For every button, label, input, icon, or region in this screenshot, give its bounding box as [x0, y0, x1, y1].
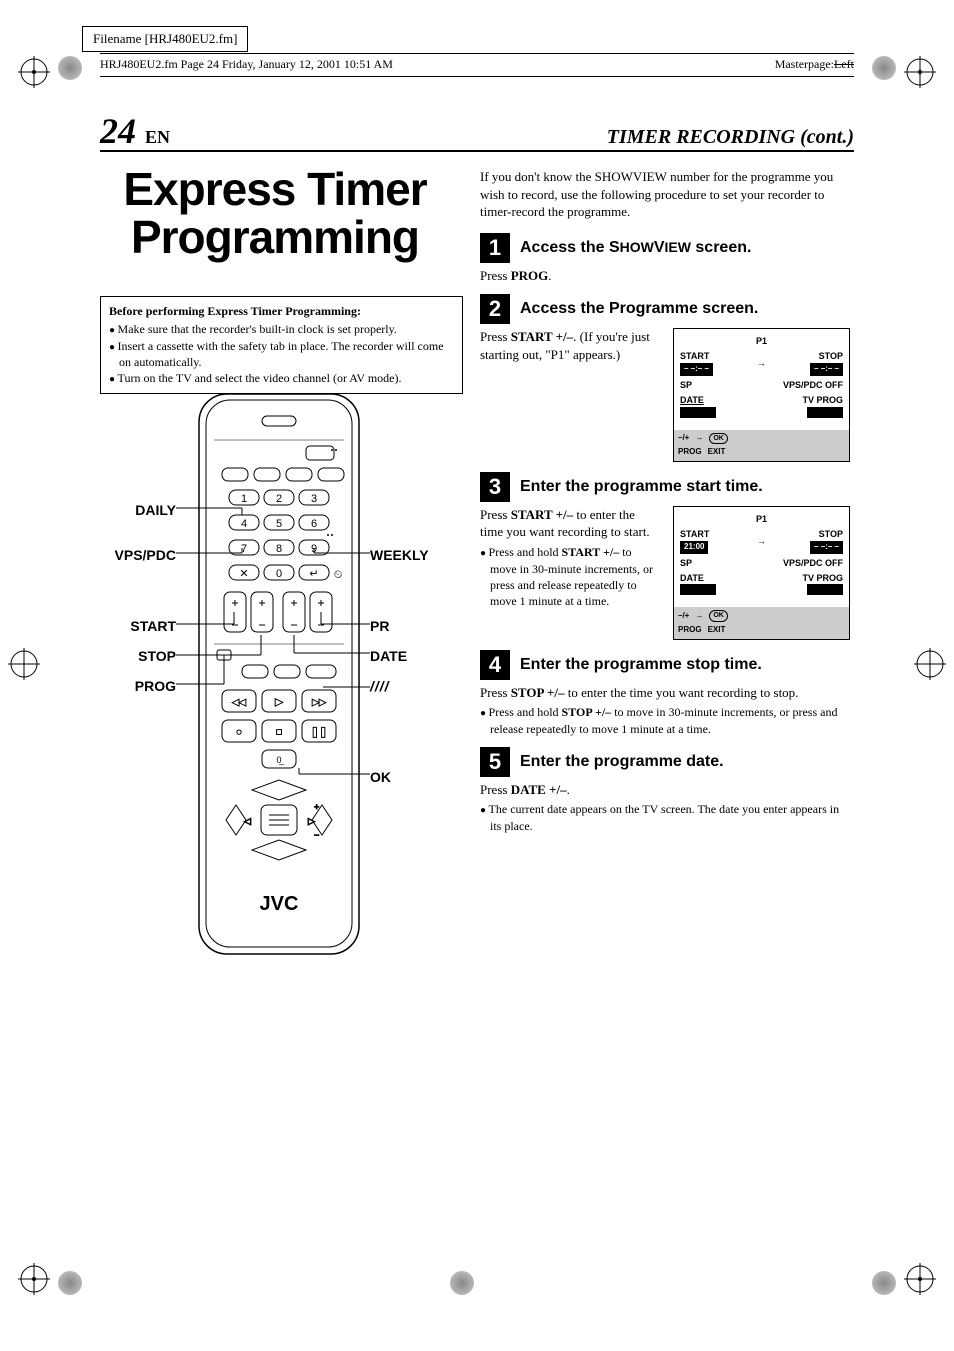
step-4-number: 4 — [480, 650, 510, 680]
svg-text:JVC: JVC — [260, 893, 299, 915]
svg-text:■: ■ — [276, 727, 282, 738]
svg-text:⏲: ⏲ — [334, 569, 343, 581]
svg-text:◁: ◁ — [244, 816, 251, 826]
header-rule-2 — [100, 76, 854, 77]
step-3-body: Press START +/– to enter the time you wa… — [480, 506, 659, 609]
header-rule — [100, 53, 854, 54]
prereq-item: Turn on the TV and select the video chan… — [109, 370, 454, 387]
gray-dot — [58, 56, 82, 80]
gray-dot — [872, 1271, 896, 1295]
screen-step-3: P1 START21:00→STOP– –:– – SPVPS/PDC OFF … — [673, 506, 850, 640]
section-title: TIMER RECORDING (cont.) — [607, 126, 854, 149]
svg-text:−: − — [314, 830, 319, 840]
right-column: If you don't know the SHOWVIEW number fo… — [480, 168, 850, 842]
title-rule — [100, 150, 854, 152]
step-5-bullet: The current date appears on the TV scree… — [480, 801, 850, 834]
svg-text:2: 2 — [276, 493, 282, 505]
prereq-heading: Before performing Express Timer Programm… — [109, 303, 454, 319]
crop-circle-tl — [18, 56, 50, 88]
svg-text:1: 1 — [241, 493, 247, 505]
crop-circle-br — [904, 1263, 936, 1295]
gray-dot — [450, 1271, 474, 1295]
step-4-body: Press STOP +/– to enter the time you wan… — [480, 684, 850, 737]
remote-diagram: 1 2 3 4 5 6 7 8 9 ✕ 0 ↵ ⏲ — [114, 390, 444, 960]
step-5-head: 5 Enter the programme date. — [480, 747, 850, 777]
gray-dot — [58, 1271, 82, 1295]
crop-circle-tr — [904, 56, 936, 88]
step-4-title: Enter the programme stop time. — [520, 654, 762, 676]
step-1-head: 1 Access the SHOWVIEW screen. — [480, 233, 850, 263]
step-3-number: 3 — [480, 472, 510, 502]
step-5-title: Enter the programme date. — [520, 751, 724, 773]
page-number: 24 EN — [100, 110, 170, 152]
svg-text:❚❚: ❚❚ — [311, 727, 328, 738]
svg-text:6: 6 — [311, 518, 317, 530]
svg-text:3: 3 — [311, 493, 317, 505]
step-1-number: 1 — [480, 233, 510, 263]
svg-text:✕: ✕ — [239, 568, 248, 580]
step-4-head: 4 Enter the programme stop time. — [480, 650, 850, 680]
step-3-title: Enter the programme start time. — [520, 476, 763, 498]
svg-text:↵: ↵ — [309, 568, 318, 580]
prereq-item: Make sure that the recorder's built-in c… — [109, 321, 454, 338]
step-3-head: 3 Enter the programme start time. — [480, 472, 850, 502]
prereq-item: Insert a cassette with the safety tab in… — [109, 338, 454, 371]
svg-text:▶▶: ▶▶ — [312, 697, 326, 707]
step-2-title: Access the Programme screen. — [520, 298, 758, 320]
step-2-head: 2 Access the Programme screen. — [480, 294, 850, 324]
doc-title: Express Timer Programming — [100, 165, 450, 262]
step-3-bullet: Press and hold START +/– to move in 30-m… — [480, 544, 659, 609]
intro-text: If you don't know the SHOWVIEW number fo… — [480, 168, 850, 221]
crop-circle-mr — [914, 648, 946, 680]
svg-text:▷: ▷ — [308, 816, 315, 826]
svg-text:+: + — [314, 802, 319, 812]
gray-dot — [872, 56, 896, 80]
svg-text:4: 4 — [241, 518, 247, 530]
crop-circle-ml — [8, 648, 40, 680]
step-4-bullet: Press and hold STOP +/– to move in 30-mi… — [480, 704, 850, 737]
svg-text:5: 5 — [276, 518, 282, 530]
step-1-title: Access the SHOWVIEW screen. — [520, 237, 751, 259]
svg-text:8: 8 — [276, 543, 282, 555]
svg-text:●: ● — [236, 727, 242, 738]
step-2-number: 2 — [480, 294, 510, 324]
step-2-body: Press START +/–. (If you're just startin… — [480, 328, 659, 363]
crop-circle-bl — [18, 1263, 50, 1295]
svg-text:◀◀: ◀◀ — [232, 697, 246, 707]
prereq-box: Before performing Express Timer Programm… — [100, 296, 463, 394]
step-1-body: Press PROG. — [480, 267, 850, 285]
svg-text:0: 0 — [276, 568, 282, 580]
header-line: HRJ480EU2.fm Page 24 Friday, January 12,… — [100, 57, 393, 72]
masterpage-label: Masterpage:Left — [775, 57, 854, 72]
step-5-body: Press DATE +/–. The current date appears… — [480, 781, 850, 834]
filename-box: Filename [HRJ480EU2.fm] — [82, 26, 248, 52]
screen-step-2: P1 START– –:– –→STOP– –:– – SPVPS/PDC OF… — [673, 328, 850, 462]
svg-text:▶: ▶ — [275, 697, 283, 708]
step-5-number: 5 — [480, 747, 510, 777]
page: Filename [HRJ480EU2.fm] HRJ480EU2.fm Pag… — [0, 0, 954, 1351]
